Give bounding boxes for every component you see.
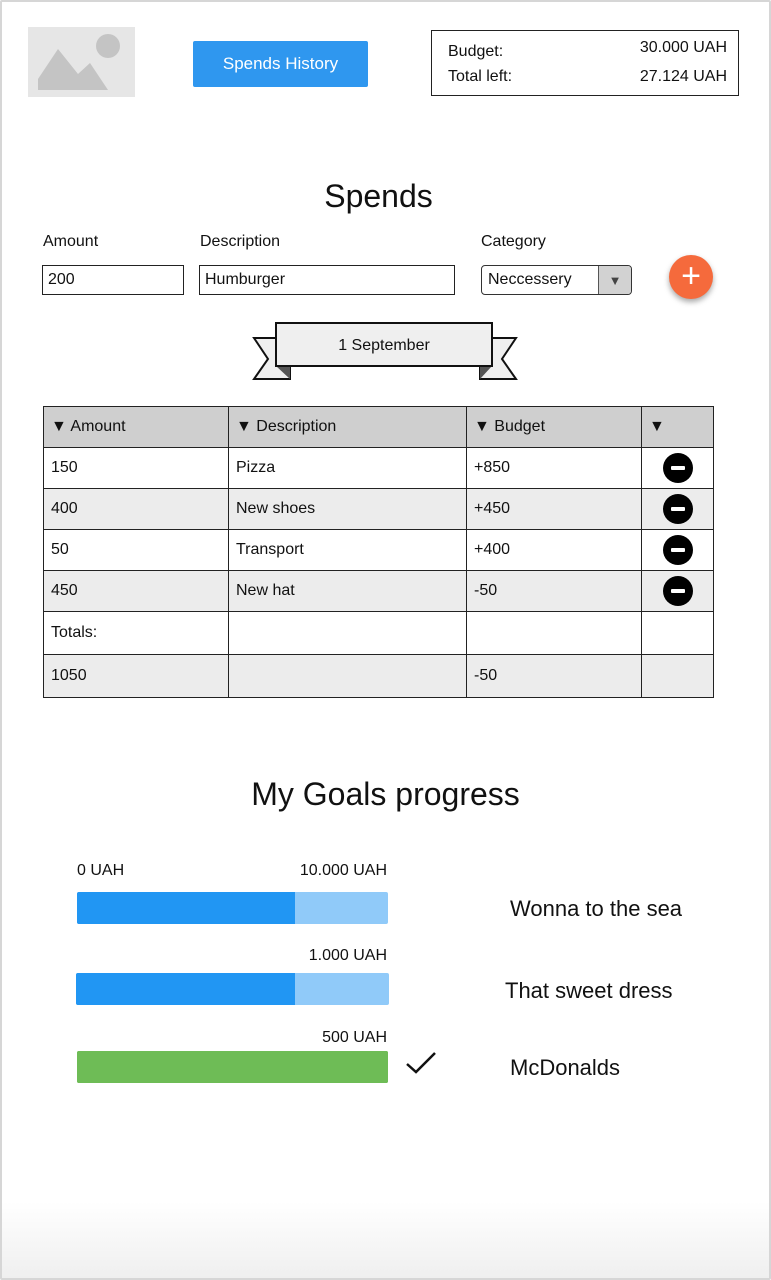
goal-max-label: 500 UAH xyxy=(322,1029,387,1046)
category-label: Category xyxy=(481,233,546,250)
total-budget: -50 xyxy=(466,654,642,698)
sort-icon: ▼ xyxy=(51,418,67,435)
cell-empty xyxy=(228,654,467,698)
goal-progress-fill xyxy=(77,892,295,924)
cell-budget: -50 xyxy=(466,570,642,612)
remove-icon[interactable] xyxy=(662,535,693,565)
goal-progress-bar xyxy=(77,892,388,924)
column-header-actions[interactable]: ▼ xyxy=(641,406,714,448)
remove-icon[interactable] xyxy=(662,494,693,524)
cell-amount: 50 xyxy=(43,529,229,571)
totals-label: Totals: xyxy=(43,611,229,655)
goal-progress-fill xyxy=(77,1051,388,1083)
date-banner: 1 September xyxy=(252,322,518,380)
goal-name: Wonna to the sea xyxy=(510,896,683,921)
budget-summary: Budget: 30.000 UAH Total left: 27.124 UA… xyxy=(431,30,739,96)
totals-label-row: Totals: xyxy=(43,611,714,655)
budget-value: 30.000 UAH xyxy=(639,39,727,56)
cell-action xyxy=(641,488,714,530)
goals-title: My Goals progress xyxy=(251,776,520,812)
cell-budget: +850 xyxy=(466,447,642,489)
table-row: 50 Transport +400 xyxy=(43,529,714,571)
sort-icon: ▼ xyxy=(236,418,252,435)
table-row: 400 New shoes +450 xyxy=(43,488,714,530)
column-header-amount[interactable]: ▼ Amount xyxy=(43,406,229,448)
cell-description: New hat xyxy=(228,570,467,612)
cell-action xyxy=(641,447,714,489)
goal-progress-bar xyxy=(76,973,389,1005)
total-amount: 1050 xyxy=(43,654,229,698)
date-banner-text: 1 September xyxy=(338,337,430,354)
cell-empty xyxy=(641,611,714,655)
cell-amount: 450 xyxy=(43,570,229,612)
remove-icon[interactable] xyxy=(662,453,693,483)
budget-label: Budget: xyxy=(448,43,504,60)
goal-name: That sweet dress xyxy=(505,978,673,1003)
amount-input[interactable] xyxy=(42,265,184,295)
cell-action xyxy=(641,570,714,612)
column-header-budget[interactable]: ▼ Budget xyxy=(466,406,642,448)
goal-scale-min: 0 UAH xyxy=(77,862,125,879)
description-label: Description xyxy=(200,233,281,250)
sort-icon: ▼ xyxy=(474,418,490,435)
category-selected-value: Neccessery xyxy=(488,271,572,288)
amount-label: Amount xyxy=(43,233,99,250)
image-icon xyxy=(38,34,120,90)
plus-icon: + xyxy=(681,257,701,295)
goal-progress-bar xyxy=(77,1051,388,1083)
add-spend-button[interactable]: + xyxy=(669,255,713,299)
goal-name: McDonalds xyxy=(510,1055,621,1080)
table-row: 150 Pizza +850 xyxy=(43,447,714,489)
cell-description: Transport xyxy=(228,529,467,571)
cell-description: Pizza xyxy=(228,447,467,489)
spends-history-button[interactable]: Spends History xyxy=(193,41,368,87)
column-header-description[interactable]: ▼ Description xyxy=(228,406,467,448)
spends-title: Spends xyxy=(324,178,433,214)
goal-max-label: 10.000 UAH xyxy=(299,862,387,879)
table-row: 450 New hat -50 xyxy=(43,570,714,612)
sort-icon: ▼ xyxy=(649,418,665,435)
cell-description: New shoes xyxy=(228,488,467,530)
spends-table: ▼ Amount ▼ Description ▼ Budget ▼ 150 Pi… xyxy=(43,406,714,698)
cell-amount: 150 xyxy=(43,447,229,489)
image-placeholder-logo xyxy=(28,27,135,97)
cell-budget: +450 xyxy=(466,488,642,530)
cell-empty xyxy=(466,611,642,655)
checkmark-icon xyxy=(406,1052,436,1074)
remove-icon[interactable] xyxy=(662,576,693,606)
cell-empty xyxy=(641,654,714,698)
cell-budget: +400 xyxy=(466,529,642,571)
goal-progress-fill xyxy=(76,973,296,1005)
cell-amount: 400 xyxy=(43,488,229,530)
total-left-value: 27.124 UAH xyxy=(639,68,727,85)
totals-row: 1050 -50 xyxy=(43,654,714,698)
total-left-label: Total left: xyxy=(448,68,513,85)
cell-action xyxy=(641,529,714,571)
chevron-down-icon[interactable]: ▼ xyxy=(598,266,631,294)
cell-empty xyxy=(228,611,467,655)
table-header-row: ▼ Amount ▼ Description ▼ Budget ▼ xyxy=(43,406,714,448)
description-input[interactable] xyxy=(199,265,455,295)
goal-max-label: 1.000 UAH xyxy=(308,947,387,964)
category-select[interactable]: Neccessery ▼ xyxy=(481,265,632,295)
